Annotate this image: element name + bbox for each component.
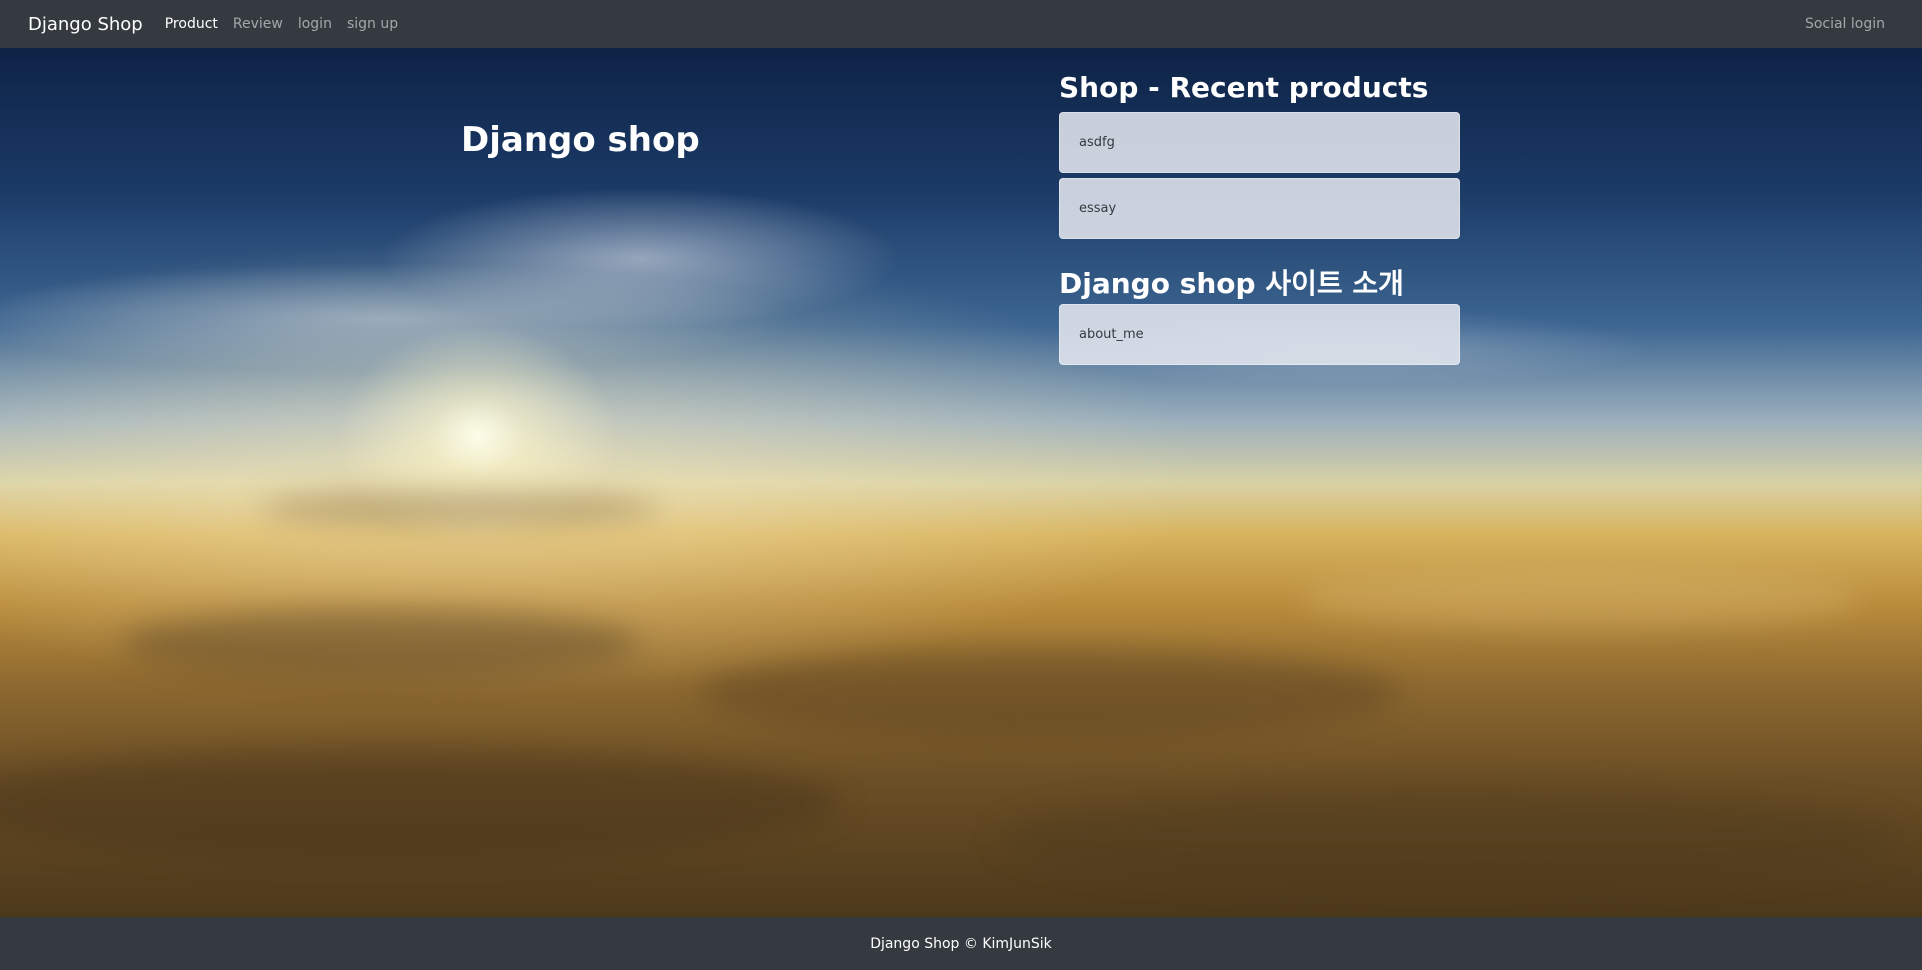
about-card[interactable]: about_me xyxy=(1059,304,1460,365)
nav-link-review[interactable]: Review xyxy=(233,16,283,32)
cloud-shape xyxy=(120,608,640,678)
sky-background-image xyxy=(0,48,1922,917)
top-navbar: Django Shop Product Review login sign up… xyxy=(0,0,1922,48)
footer: Django Shop © KimJunSik xyxy=(0,917,1922,970)
about-card-label: about_me xyxy=(1079,327,1144,342)
recent-product-card[interactable]: essay xyxy=(1059,178,1460,239)
nav-links: Product Review login sign up xyxy=(165,16,413,32)
recent-product-label: asdfg xyxy=(1079,135,1115,150)
nav-link-product[interactable]: Product xyxy=(165,16,218,32)
cloud-shape xyxy=(260,488,660,528)
nav-link-login[interactable]: login xyxy=(298,16,332,32)
cloud-shape xyxy=(0,748,840,858)
hero-section: Django shop Shop - Recent products asdfg… xyxy=(0,48,1922,917)
nav-link-signup[interactable]: sign up xyxy=(347,16,398,32)
page-title: Django shop xyxy=(461,120,700,160)
brand-link[interactable]: Django Shop xyxy=(28,14,143,35)
footer-text: Django Shop © KimJunSik xyxy=(870,935,1052,952)
social-login-link[interactable]: Social login xyxy=(1805,16,1885,32)
recent-product-label: essay xyxy=(1079,201,1117,216)
about-heading: Django shop 사이트 소개 xyxy=(1059,267,1404,300)
cloud-shape xyxy=(1000,788,1900,888)
cloud-shape xyxy=(1300,568,1860,628)
cloud-shape xyxy=(700,648,1400,738)
recent-products-heading: Shop - Recent products xyxy=(1059,71,1429,104)
recent-product-card[interactable]: asdfg xyxy=(1059,112,1460,173)
